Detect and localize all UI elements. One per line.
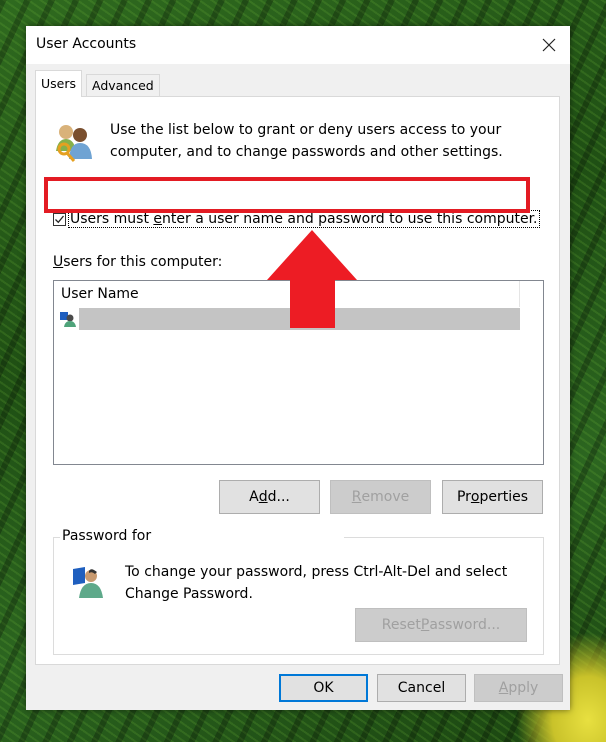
properties-button[interactable]: Pr o perties [442, 480, 543, 514]
user-accounts-dialog: User Accounts Users Advanced Use the lis… [26, 26, 570, 710]
close-button[interactable] [534, 30, 564, 60]
remove-user-button[interactable]: Remove [330, 480, 431, 514]
user-monitor-icon [73, 567, 103, 598]
users-listbox[interactable]: User Name [53, 280, 544, 465]
password-group-legend: Password for [60, 528, 344, 544]
redacted-user-name [79, 308, 520, 330]
tab-users[interactable]: Users [35, 70, 83, 97]
require-login-checkbox[interactable] [53, 212, 66, 226]
users-tab-panel: Use the list below to grant or deny user… [35, 96, 560, 665]
window-title: User Accounts [36, 36, 137, 52]
require-login-checkbox-row[interactable]: Users must enter a user name and passwor… [53, 210, 540, 228]
users-list-label: Users for this computer: [53, 254, 223, 270]
ok-button[interactable]: OK [279, 674, 368, 702]
column-header-user-name[interactable]: User Name [54, 281, 520, 307]
apply-button[interactable]: Apply [474, 674, 563, 702]
add-user-button[interactable]: Ad d... [219, 480, 320, 514]
intro-text: Use the list below to grant or deny user… [110, 122, 503, 160]
tab-advanced[interactable]: Advanced [86, 74, 160, 96]
users-key-icon [56, 125, 92, 162]
reset-password-button[interactable]: Reset Password... [355, 608, 527, 642]
close-icon [542, 38, 556, 52]
list-item[interactable] [59, 308, 520, 330]
checkmark-icon [55, 215, 65, 223]
password-instructions: To change your password, press Ctrl-Alt-… [125, 564, 508, 602]
password-group: Password for To change your password, pr… [53, 528, 544, 655]
require-login-label[interactable]: Users must enter a user name and passwor… [68, 210, 540, 228]
cancel-button[interactable]: Cancel [377, 674, 466, 702]
user-account-icon [60, 312, 76, 327]
title-bar: User Accounts [26, 26, 570, 64]
